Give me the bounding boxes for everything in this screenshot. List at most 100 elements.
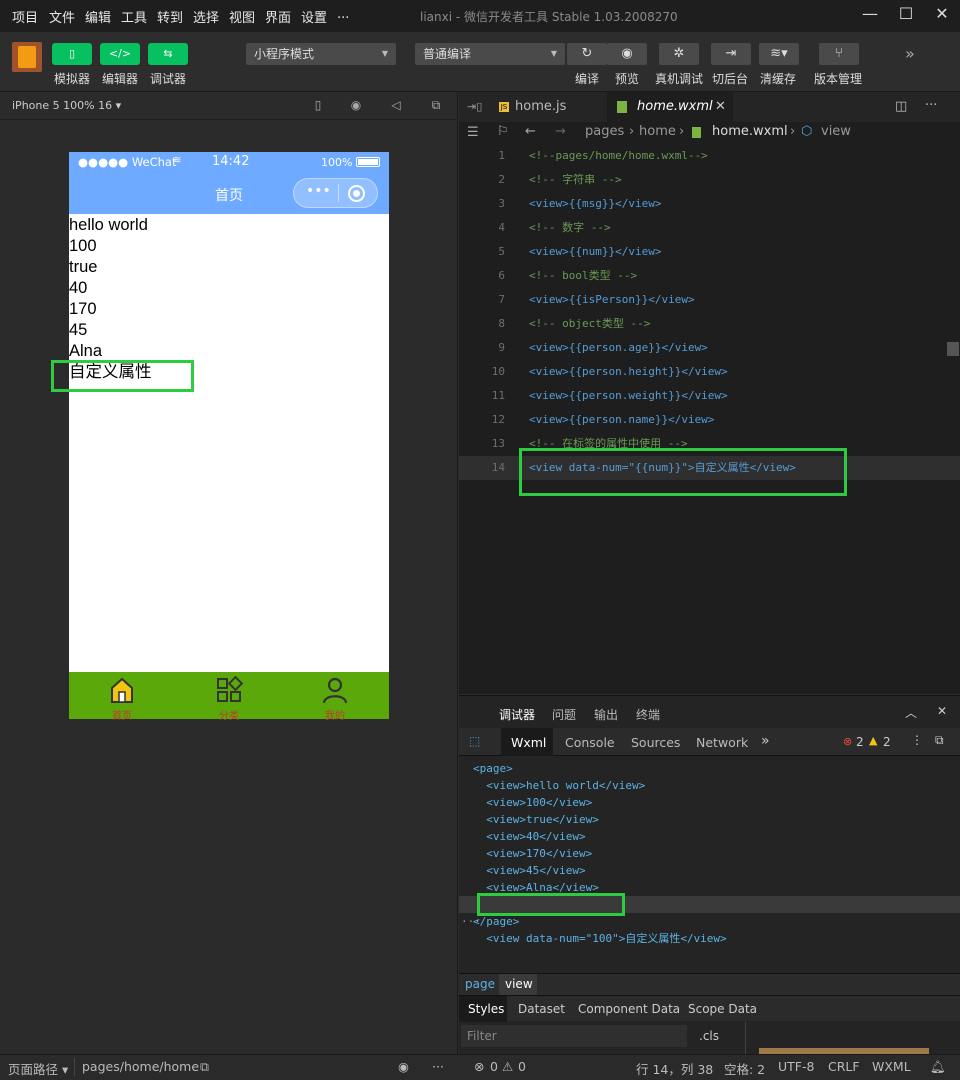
dom-node[interactable]: <view>true</view> <box>473 811 599 828</box>
cls-button[interactable]: .cls <box>699 1029 719 1043</box>
compile-button[interactable]: ↻ <box>567 43 607 65</box>
inspect-icon[interactable]: ⬚ <box>469 734 480 748</box>
language-mode[interactable]: WXML <box>872 1059 911 1074</box>
tab-sources[interactable]: Sources <box>631 735 680 750</box>
tab-output[interactable]: 输出 <box>594 706 618 723</box>
more-dots-icon[interactable]: ••• <box>306 183 331 199</box>
crumb-page[interactable]: page <box>465 977 495 991</box>
crumb-view[interactable]: view <box>505 977 533 991</box>
capsule-menu[interactable]: ••• <box>293 178 378 208</box>
split-editor-icon[interactable]: ◫ <box>895 99 907 114</box>
debugger-toggle[interactable]: ⇆ <box>148 43 188 65</box>
eye-icon[interactable]: ◉ <box>398 1059 409 1074</box>
maximize-icon[interactable]: ☐ <box>894 4 918 26</box>
dom-node[interactable]: <view>170</view> <box>473 845 592 862</box>
back-arrow-icon[interactable]: ← <box>525 124 536 139</box>
caret-down-icon: ▼ <box>550 49 557 58</box>
close-panel-icon[interactable]: ✕ <box>937 704 947 718</box>
version-button[interactable]: ⑂ <box>819 43 859 65</box>
chevron-up-icon[interactable]: ︿ <box>905 704 917 721</box>
encoding[interactable]: UTF-8 <box>778 1059 814 1074</box>
tab-component-data[interactable]: Component Data <box>578 1002 680 1016</box>
more-tabs-icon[interactable]: » <box>761 733 770 749</box>
status-warnings[interactable]: 0 <box>518 1059 526 1074</box>
kebab-menu-icon[interactable]: ⋮ <box>911 733 923 747</box>
tab-styles[interactable]: Styles <box>468 1002 504 1016</box>
menu-tools[interactable]: 工具 <box>121 7 147 26</box>
menu-view[interactable]: 视图 <box>229 7 255 26</box>
breadcrumb-file[interactable]: home.wxml <box>712 124 788 139</box>
code-line: <view>{{person.weight}}</view> <box>529 389 728 402</box>
user-icon <box>322 677 348 704</box>
bookmark-icon[interactable]: ⚐ <box>497 124 509 139</box>
breadcrumb-home[interactable]: home <box>639 124 676 139</box>
record-icon[interactable]: ◉ <box>348 98 364 114</box>
split-left-icon[interactable]: ⇥▯ <box>467 100 482 113</box>
tab-home[interactable]: 首页 <box>102 676 142 722</box>
forward-arrow-icon[interactable]: → <box>555 124 566 139</box>
tab-wxml[interactable]: Wxml <box>511 735 546 750</box>
minimize-icon[interactable]: — <box>858 4 882 26</box>
menu-file[interactable]: 文件 <box>49 7 75 26</box>
battery-icon <box>356 157 380 167</box>
tab-terminal[interactable]: 终端 <box>636 706 660 723</box>
tab-mine[interactable]: 我的 <box>315 676 355 722</box>
menu-edit[interactable]: 编辑 <box>85 7 111 26</box>
tab-console[interactable]: Console <box>565 735 615 750</box>
dom-node[interactable]: <view>40</view> <box>473 828 585 845</box>
close-mini-program-icon[interactable] <box>348 185 365 202</box>
device-select[interactable]: iPhone 5 100% 16 ▾ <box>12 99 121 112</box>
simulator-panel: iPhone 5 100% 16 ▾ ▯ ◉ ◁ ⧉ ●●●●● WeChat … <box>0 92 458 1054</box>
list-icon[interactable]: ☰ <box>467 125 479 140</box>
status-errors[interactable]: 0 <box>490 1059 498 1074</box>
scrollbar-thumb[interactable] <box>947 342 959 356</box>
volume-icon[interactable]: ◁ <box>388 98 404 114</box>
tab-category[interactable]: 分类 <box>209 675 249 722</box>
indent-setting[interactable]: 空格: 2 <box>724 1059 765 1078</box>
close-icon[interactable]: ✕ <box>930 4 954 26</box>
clear-cache-button[interactable]: ≋▾ <box>759 43 799 65</box>
breadcrumb-view[interactable]: view <box>821 124 851 139</box>
compile-select[interactable]: 普通编译 ▼ <box>415 43 565 65</box>
tab-network[interactable]: Network <box>696 735 748 750</box>
cursor-position[interactable]: 行 14，列 38 <box>636 1059 713 1078</box>
editor-toggle[interactable]: </> <box>100 43 140 65</box>
tab-problems[interactable]: 问题 <box>552 706 576 723</box>
avatar[interactable] <box>12 42 42 72</box>
more-actions-icon[interactable]: ··· <box>925 98 937 113</box>
warning-count[interactable]: 2 <box>883 735 891 749</box>
breadcrumb-pages[interactable]: pages <box>585 124 624 139</box>
error-count[interactable]: 2 <box>856 735 864 749</box>
background-button[interactable]: ⇥ <box>711 43 751 65</box>
simulator-toggle[interactable]: ▯ <box>52 43 92 65</box>
tab-debugger[interactable]: 调试器 <box>499 706 535 723</box>
page-path-select[interactable]: 页面路径 ▾ <box>8 1059 68 1078</box>
dom-node[interactable]: <view>45</view> <box>473 862 585 879</box>
menu-project[interactable]: 项目 <box>12 7 38 26</box>
tab-home-wxml[interactable]: home.wxml ✕ <box>607 92 733 122</box>
menu-select[interactable]: 选择 <box>193 7 219 26</box>
tab-dataset[interactable]: Dataset <box>518 1002 565 1016</box>
menu-interface[interactable]: 界面 <box>265 7 291 26</box>
bell-icon[interactable]: 🔔︎ <box>930 1059 946 1075</box>
dom-node[interactable]: <page> <box>473 760 513 777</box>
preview-button[interactable]: ◉ <box>607 43 647 65</box>
phone-icon[interactable]: ▯ <box>310 98 326 114</box>
tab-home-js[interactable]: JS home.js <box>493 92 603 122</box>
menu-more[interactable]: ... <box>337 7 349 22</box>
remote-debug-button[interactable]: ✲ <box>659 43 699 65</box>
copy-icon[interactable]: ⧉ <box>200 1059 209 1075</box>
dom-node[interactable]: <view>hello world</view> <box>473 777 645 794</box>
undock-icon[interactable]: ⧉ <box>935 733 944 748</box>
mode-select[interactable]: 小程序模式 ▼ <box>246 43 396 65</box>
menu-goto[interactable]: 转到 <box>157 7 183 26</box>
close-tab-icon[interactable]: ✕ <box>715 92 726 122</box>
more-dots-icon[interactable]: ··· <box>432 1059 444 1074</box>
filter-input[interactable]: Filter <box>461 1025 687 1047</box>
dom-node[interactable]: <view>100</view> <box>473 794 592 811</box>
detach-icon[interactable]: ⧉ <box>428 98 444 114</box>
line-ending[interactable]: CRLF <box>828 1059 860 1074</box>
menu-settings[interactable]: 设置 <box>301 7 327 26</box>
chevrons-right-icon[interactable]: » <box>905 44 915 63</box>
tab-scope-data[interactable]: Scope Data <box>688 1002 757 1016</box>
